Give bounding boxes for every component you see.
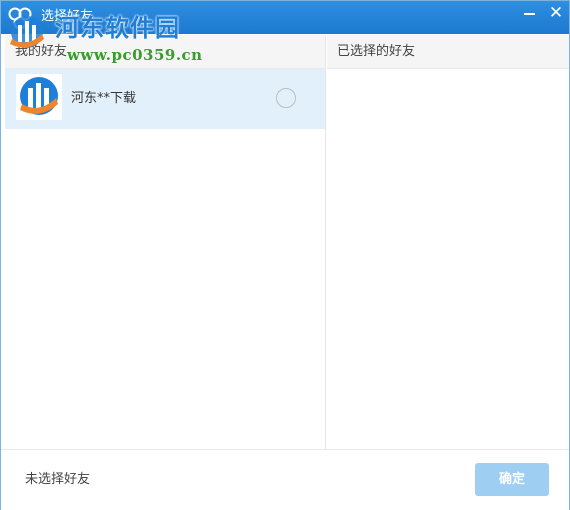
selected-friends-header: 已选择的好友 [327, 35, 569, 69]
friend-select-radio[interactable] [276, 88, 296, 108]
select-friends-dialog: 选择好友 ✕ 我的好友 河东**下载 已选择的好友 未选择好友 确定 河东软件园… [0, 0, 570, 510]
title-bar[interactable]: 选择好友 ✕ [1, 1, 569, 34]
my-friends-panel: 我的好友 河东**下载 [5, 35, 326, 449]
close-button[interactable]: ✕ [543, 1, 569, 25]
close-icon: ✕ [548, 3, 564, 23]
window-title: 选择好友 [41, 9, 94, 24]
app-logo-icon [8, 7, 32, 30]
dialog-footer: 未选择好友 确定 [1, 449, 569, 510]
minimize-button[interactable] [517, 1, 543, 25]
minimize-icon [524, 13, 535, 15]
my-friends-header: 我的好友 [5, 35, 325, 69]
brand-logo-avatar-icon [20, 77, 58, 115]
confirm-button[interactable]: 确定 [475, 463, 549, 496]
selected-friends-panel: 已选择的好友 [327, 35, 569, 449]
friend-name: 河东**下载 [71, 91, 137, 106]
friend-avatar [16, 74, 62, 120]
selection-status: 未选择好友 [25, 472, 91, 487]
friend-list-item[interactable]: 河东**下载 [5, 69, 325, 129]
